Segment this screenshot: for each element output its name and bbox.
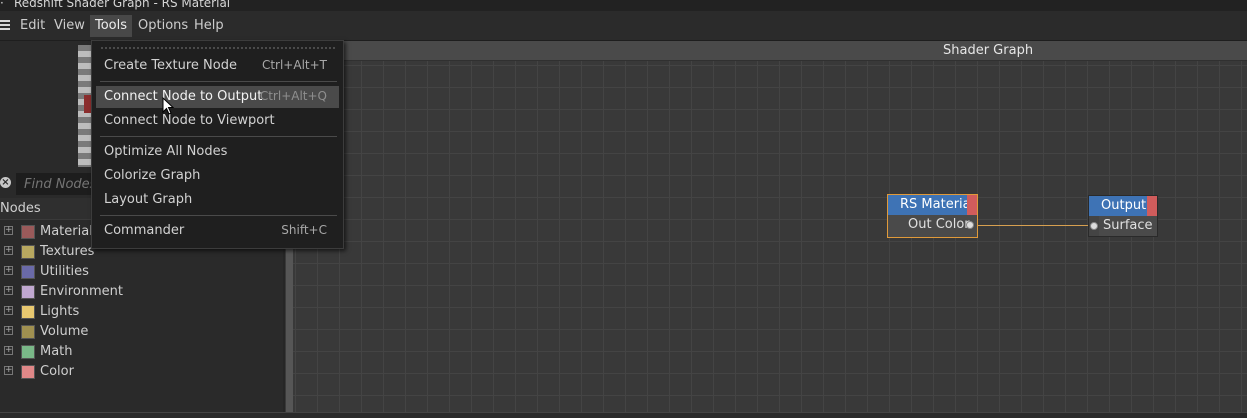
node-tab bbox=[1147, 196, 1157, 216]
tree-item-label: Textures bbox=[40, 244, 95, 259]
menu-item-connect-node-to-viewport[interactable]: Connect Node to Viewport bbox=[96, 110, 339, 132]
menu-tools[interactable]: Tools bbox=[90, 15, 133, 37]
node-rs-material[interactable]: RS Material Out Color bbox=[887, 194, 978, 238]
menu-item-label: Layout Graph bbox=[104, 192, 193, 207]
menu-options[interactable]: Options bbox=[133, 15, 193, 37]
expand-icon[interactable]: + bbox=[4, 226, 13, 235]
menu-separator bbox=[100, 136, 337, 137]
bottom-strip bbox=[0, 412, 1247, 418]
tools-dropdown-menu: Create Texture Node Ctrl+Alt+T Connect N… bbox=[91, 40, 344, 249]
category-swatch bbox=[21, 365, 35, 379]
hamburger-menu-icon[interactable] bbox=[0, 20, 10, 32]
category-swatch bbox=[21, 285, 35, 299]
menu-view[interactable]: View bbox=[49, 15, 90, 37]
find-nodes-input[interactable] bbox=[16, 173, 96, 195]
port-label-out-color: Out Color bbox=[908, 217, 970, 232]
menu-tearoff-grip[interactable] bbox=[100, 46, 337, 50]
menu-item-commander[interactable]: Commander Shift+C bbox=[96, 220, 339, 242]
category-swatch bbox=[21, 225, 35, 239]
menu-item-label: Connect Node to Output bbox=[104, 89, 263, 104]
menu-edit[interactable]: Edit bbox=[15, 15, 50, 37]
node-tab bbox=[967, 195, 977, 215]
expand-icon[interactable]: + bbox=[4, 366, 13, 375]
window-titlebar: · Redshift Shader Graph - RS Material bbox=[0, 0, 1247, 11]
expand-icon[interactable]: + bbox=[4, 286, 13, 295]
category-swatch bbox=[21, 265, 35, 279]
menu-item-connect-node-to-output[interactable]: Connect Node to Output Ctrl+Alt+Q bbox=[96, 86, 339, 108]
menu-item-label: Commander bbox=[104, 223, 185, 238]
tree-item-environment[interactable]: + Environment bbox=[0, 282, 283, 302]
material-preview bbox=[78, 45, 92, 167]
tree-item-label: Math bbox=[40, 344, 73, 359]
menu-item-label: Colorize Graph bbox=[104, 168, 201, 183]
menu-item-colorize-graph[interactable]: Colorize Graph bbox=[96, 165, 339, 187]
category-swatch bbox=[21, 305, 35, 319]
expand-icon[interactable]: + bbox=[4, 346, 13, 355]
tree-item-label: Color bbox=[40, 364, 74, 379]
window-title: Redshift Shader Graph - RS Material bbox=[14, 0, 231, 10]
menu-item-shortcut: Shift+C bbox=[281, 223, 327, 237]
port-label-surface: Surface bbox=[1103, 218, 1153, 233]
tree-item-color[interactable]: + Color bbox=[0, 362, 283, 382]
node-title-bar[interactable]: Output bbox=[1089, 196, 1157, 216]
tree-item-label: Lights bbox=[40, 304, 80, 319]
tree-item-label: Environment bbox=[40, 284, 124, 299]
category-swatch bbox=[21, 345, 35, 359]
nodes-header-label: Nodes bbox=[0, 201, 41, 216]
window-icon: · bbox=[0, 0, 4, 10]
node-title: RS Material bbox=[900, 197, 975, 212]
shader-graph-title: Shader Graph bbox=[943, 43, 1034, 58]
expand-icon[interactable]: + bbox=[4, 246, 13, 255]
tree-item-label: Volume bbox=[40, 324, 89, 339]
menu-item-label: Optimize All Nodes bbox=[104, 144, 228, 159]
tree-item-label: Utilities bbox=[40, 264, 89, 279]
menu-separator bbox=[100, 215, 337, 216]
node-connection-wire[interactable] bbox=[973, 225, 1091, 226]
category-swatch bbox=[21, 245, 35, 259]
menu-help[interactable]: Help bbox=[189, 15, 229, 37]
menu-item-shortcut: Ctrl+Alt+Q bbox=[259, 89, 327, 103]
node-output[interactable]: Output Surface bbox=[1088, 195, 1158, 237]
tree-item-math[interactable]: + Math bbox=[0, 342, 283, 362]
mouse-cursor-icon bbox=[162, 97, 175, 115]
expand-icon[interactable]: + bbox=[4, 266, 13, 275]
menu-item-shortcut: Ctrl+Alt+T bbox=[261, 58, 327, 72]
menu-item-label: Connect Node to Viewport bbox=[104, 113, 275, 128]
tree-item-utilities[interactable]: + Utilities bbox=[0, 262, 283, 282]
input-port-icon[interactable] bbox=[1090, 222, 1098, 230]
menu-item-create-texture-node[interactable]: Create Texture Node Ctrl+Alt+T bbox=[96, 55, 339, 77]
menu-item-optimize-all-nodes[interactable]: Optimize All Nodes bbox=[96, 141, 339, 163]
clear-search-icon[interactable]: × bbox=[0, 177, 11, 188]
tree-item-lights[interactable]: + Lights bbox=[0, 302, 283, 322]
expand-icon[interactable]: + bbox=[4, 326, 13, 335]
output-port-icon[interactable] bbox=[966, 221, 974, 229]
category-swatch bbox=[21, 325, 35, 339]
menu-item-label: Create Texture Node bbox=[104, 58, 237, 73]
menu-item-layout-graph[interactable]: Layout Graph bbox=[96, 189, 339, 211]
expand-icon[interactable]: + bbox=[4, 306, 13, 315]
shader-graph-header: Shader Graph bbox=[293, 41, 1247, 61]
tree-item-volume[interactable]: + Volume bbox=[0, 322, 283, 342]
node-body: Surface bbox=[1089, 216, 1157, 236]
menu-separator bbox=[100, 81, 337, 82]
node-title: Output bbox=[1101, 198, 1147, 213]
node-title-bar[interactable]: RS Material bbox=[888, 195, 977, 215]
menubar: Edit View Tools Options Help bbox=[0, 11, 1247, 41]
node-body: Out Color bbox=[888, 215, 977, 237]
